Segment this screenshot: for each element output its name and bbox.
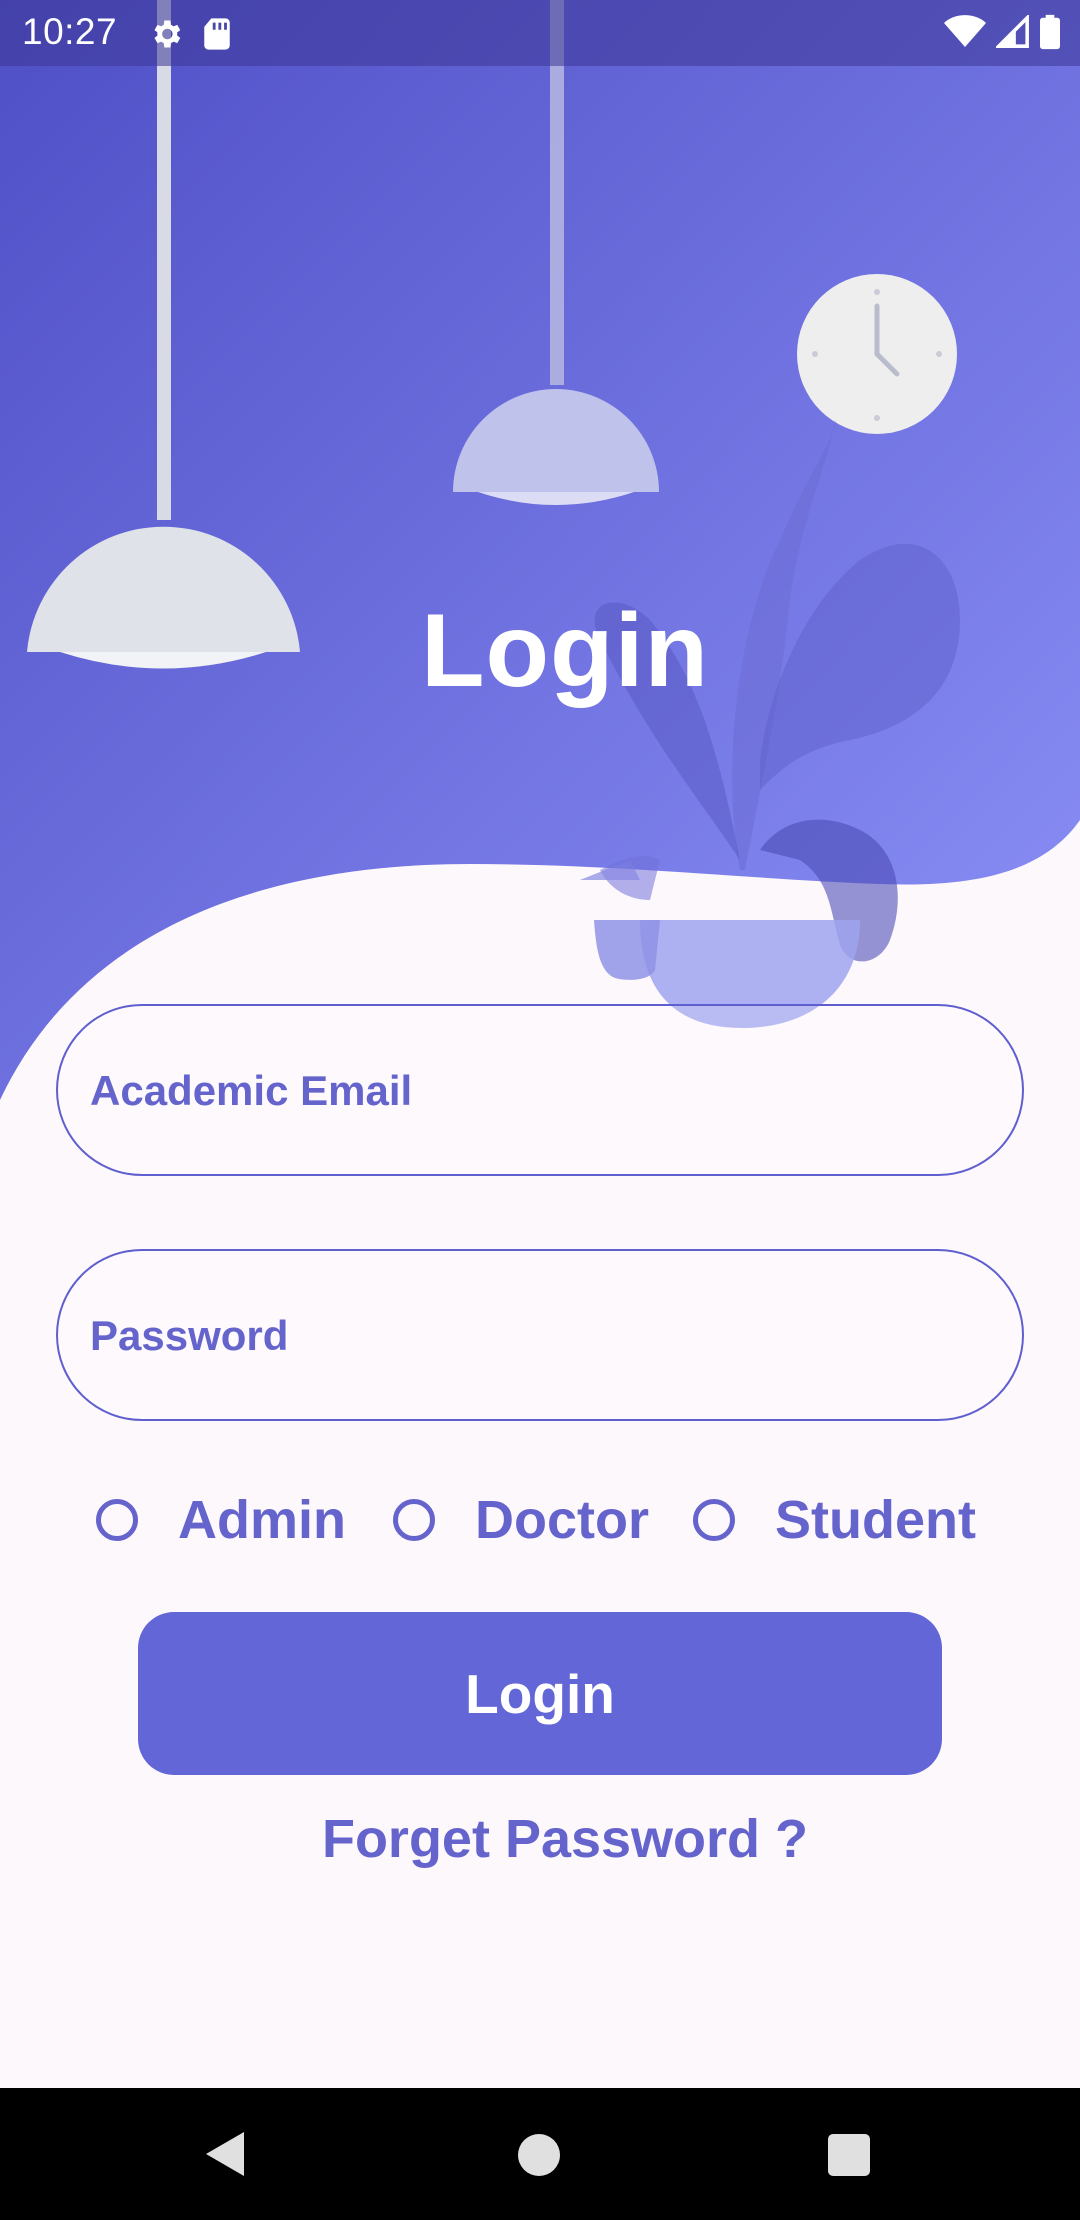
role-label-student: Student bbox=[775, 1490, 976, 1550]
wifi-icon bbox=[944, 15, 986, 47]
back-icon[interactable] bbox=[204, 2130, 248, 2178]
role-label-doctor: Doctor bbox=[475, 1490, 649, 1550]
role-radio-group: Admin Doctor Student bbox=[0, 1480, 1080, 1560]
role-label-admin: Admin bbox=[178, 1490, 346, 1550]
recents-icon[interactable] bbox=[828, 2134, 870, 2176]
page-title: Login bbox=[420, 593, 709, 709]
role-option-doctor[interactable]: Doctor bbox=[393, 1480, 649, 1560]
wall-clock bbox=[797, 274, 957, 434]
radio-button-doctor[interactable] bbox=[393, 1499, 435, 1541]
radio-button-student[interactable] bbox=[693, 1499, 735, 1541]
status-bar: 10:27 bbox=[0, 0, 1080, 66]
email-field[interactable] bbox=[56, 1004, 1024, 1176]
status-time: 10:27 bbox=[22, 11, 118, 52]
role-option-student[interactable]: Student bbox=[693, 1480, 976, 1560]
password-input[interactable] bbox=[88, 1251, 992, 1421]
login-button[interactable]: Login bbox=[138, 1612, 942, 1775]
battery-icon bbox=[1040, 14, 1060, 50]
radio-button-admin[interactable] bbox=[96, 1499, 138, 1541]
forget-password-link[interactable]: Forget Password ? bbox=[0, 1808, 1080, 1870]
password-field[interactable] bbox=[56, 1249, 1024, 1421]
role-option-admin[interactable]: Admin bbox=[96, 1480, 346, 1560]
hero-illustration bbox=[0, 0, 1080, 1100]
home-icon[interactable] bbox=[518, 2134, 560, 2176]
signal-icon bbox=[996, 15, 1029, 48]
email-input[interactable] bbox=[88, 1006, 992, 1176]
sd-card-icon bbox=[204, 18, 230, 50]
navigation-bar bbox=[0, 2088, 1080, 2220]
settings-icon bbox=[154, 20, 181, 48]
